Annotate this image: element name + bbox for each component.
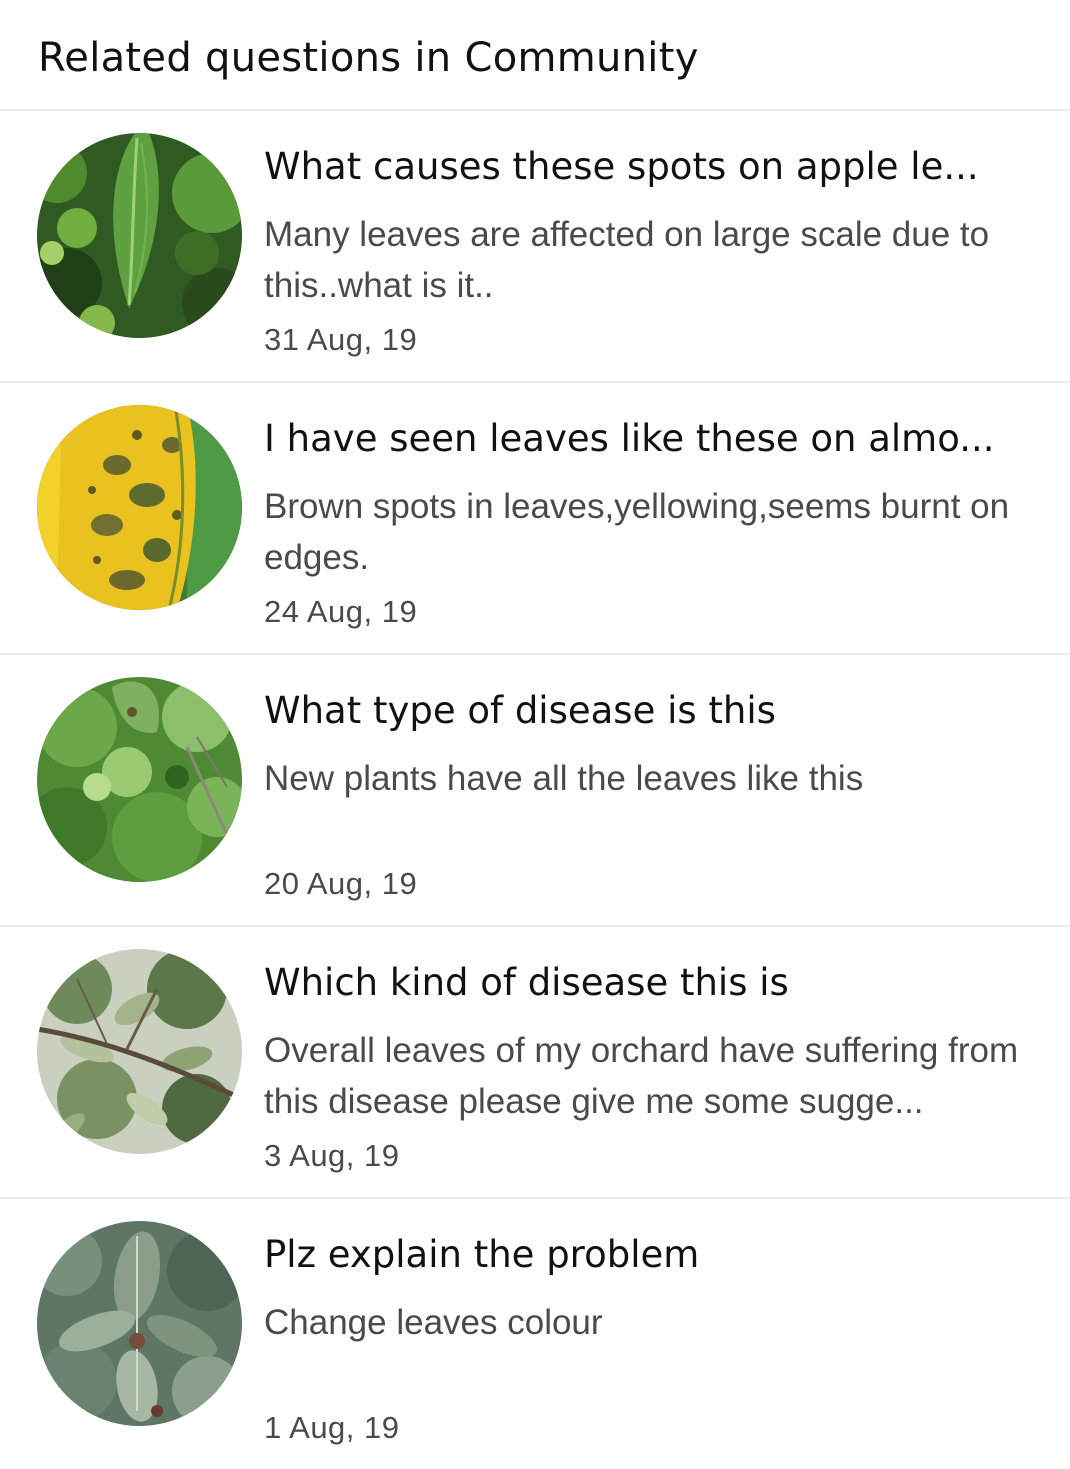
orchard-branch-photo-icon	[37, 949, 242, 1154]
question-item[interactable]: What causes these spots on apple le... M…	[0, 111, 1070, 381]
question-thumbnail	[37, 949, 242, 1154]
question-description: New plants have all the leaves like this	[264, 759, 864, 798]
question-title[interactable]: I have seen leaves like these on almo...	[264, 413, 1044, 465]
question-title[interactable]: What type of disease is this	[264, 685, 1044, 737]
question-date: 20 Aug, 19	[264, 866, 418, 901]
question-thumbnail	[37, 133, 242, 338]
question-title[interactable]: What causes these spots on apple le...	[264, 141, 1044, 193]
question-date: 1 Aug, 19	[264, 1410, 400, 1445]
green-plant-foliage-photo-icon	[37, 677, 242, 882]
question-item[interactable]: What type of disease is this New plants …	[0, 655, 1070, 925]
question-date: 3 Aug, 19	[264, 1138, 400, 1173]
green-apple-leaf-photo-icon	[37, 133, 242, 338]
question-thumbnail	[37, 405, 242, 610]
related-questions-list: What causes these spots on apple le... M…	[0, 109, 1070, 1469]
question-title[interactable]: Which kind of disease this is	[264, 957, 1044, 1009]
yellow-spotted-leaf-photo-icon	[37, 405, 242, 610]
question-thumbnail	[37, 677, 242, 882]
question-item[interactable]: I have seen leaves like these on almo...…	[0, 383, 1070, 653]
dusty-leaves-photo-icon	[37, 1221, 242, 1426]
question-item[interactable]: Which kind of disease this is Overall le…	[0, 927, 1070, 1197]
question-description: Change leaves colour	[264, 1303, 603, 1342]
question-item[interactable]: Plz explain the problem Change leaves co…	[0, 1199, 1070, 1469]
question-description: Brown spots in leaves,yellowing,seems bu…	[264, 487, 1010, 577]
question-description: Many leaves are affected on large scale …	[264, 215, 990, 305]
question-title[interactable]: Plz explain the problem	[264, 1229, 1044, 1281]
section-title: Related questions in Community	[38, 35, 699, 81]
question-date: 31 Aug, 19	[264, 322, 418, 357]
question-description: Overall leaves of my orchard have suffer…	[264, 1031, 1019, 1121]
question-thumbnail	[37, 1221, 242, 1426]
question-date: 24 Aug, 19	[264, 594, 418, 629]
